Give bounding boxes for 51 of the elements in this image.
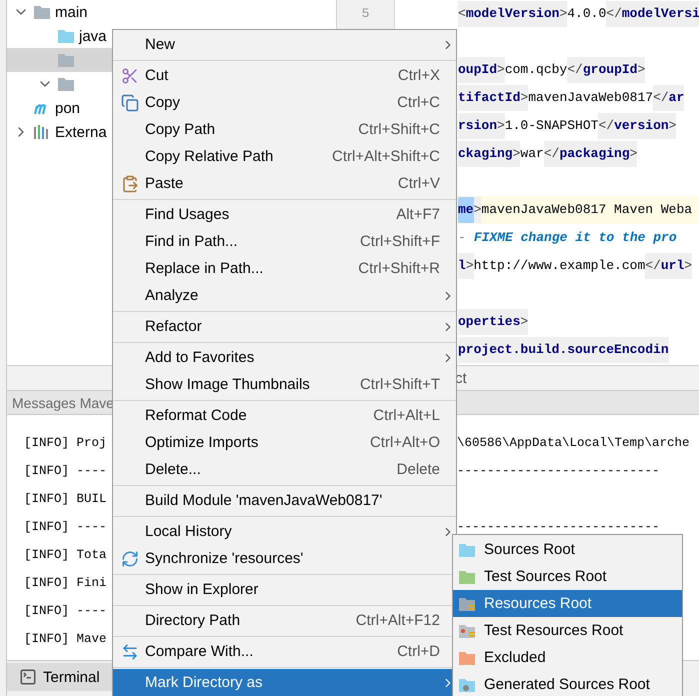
tool-window-title: Messages Mave	[12, 394, 114, 410]
log-line: \60586\AppData\Local\Temp\arche	[457, 436, 690, 450]
code-token: </	[598, 113, 614, 139]
code-token: -	[458, 229, 466, 247]
code-token: oupId	[458, 57, 498, 83]
code-token: 4.0.0	[567, 5, 606, 23]
code-token: </	[653, 85, 669, 111]
code-token: >	[520, 309, 528, 335]
code-token: tifactId	[458, 85, 520, 111]
code-token: 1.0-SNAPSHOT	[504, 117, 598, 135]
line-number: 5	[362, 5, 370, 23]
code-token: url	[660, 253, 684, 279]
log-line: [INFO] ----	[24, 604, 107, 618]
code-token: >	[684, 253, 692, 279]
code-token: com.qcby	[504, 61, 568, 79]
log-line: ---------------------------	[457, 520, 660, 534]
log-line: [INFO] Mave	[24, 632, 107, 646]
code-token: version	[614, 113, 669, 139]
code-token: project.build.sourceEncodin	[458, 337, 669, 363]
code-token: mavenJavaWeb0817 Maven Weba	[481, 201, 692, 219]
log-line: ---------------------------	[457, 464, 660, 478]
log-line: [INFO] BUIL	[24, 492, 107, 506]
code-token: operties	[458, 309, 520, 335]
code-token: >	[497, 113, 505, 139]
code-token: ckaging	[458, 141, 513, 167]
code-token: ar	[668, 85, 684, 111]
code-token: <	[458, 1, 466, 27]
code-token: l	[458, 253, 466, 279]
code-token: mavenJavaWeb0817	[528, 89, 654, 107]
log-line: [INFO] ----	[24, 464, 107, 478]
code-token: >	[520, 85, 528, 111]
code-token: modelVersi	[622, 1, 699, 27]
code-token: </	[567, 57, 583, 83]
code-token: packaging	[559, 141, 630, 167]
code-token: </	[645, 253, 661, 279]
code-token: >	[497, 57, 505, 83]
code-token: modelVersion	[466, 1, 560, 27]
log-line: [INFO] ----	[24, 520, 107, 534]
code-token: </	[606, 1, 622, 27]
code-token: me	[458, 197, 474, 223]
code-token: >	[637, 57, 646, 83]
code-token: http://www.example.com	[474, 257, 646, 275]
log-line: [INFO] Tota	[24, 548, 107, 562]
code-token: war	[520, 145, 544, 163]
log-line: [INFO] Proj	[24, 436, 107, 450]
code-token: </	[544, 141, 560, 167]
code-token: FIXME change it to the pro	[474, 229, 677, 247]
code-token: groupId	[582, 57, 638, 83]
code-token: rsion	[458, 113, 498, 139]
log-line: [INFO] Fini	[24, 576, 107, 590]
code-token: >	[559, 1, 568, 27]
